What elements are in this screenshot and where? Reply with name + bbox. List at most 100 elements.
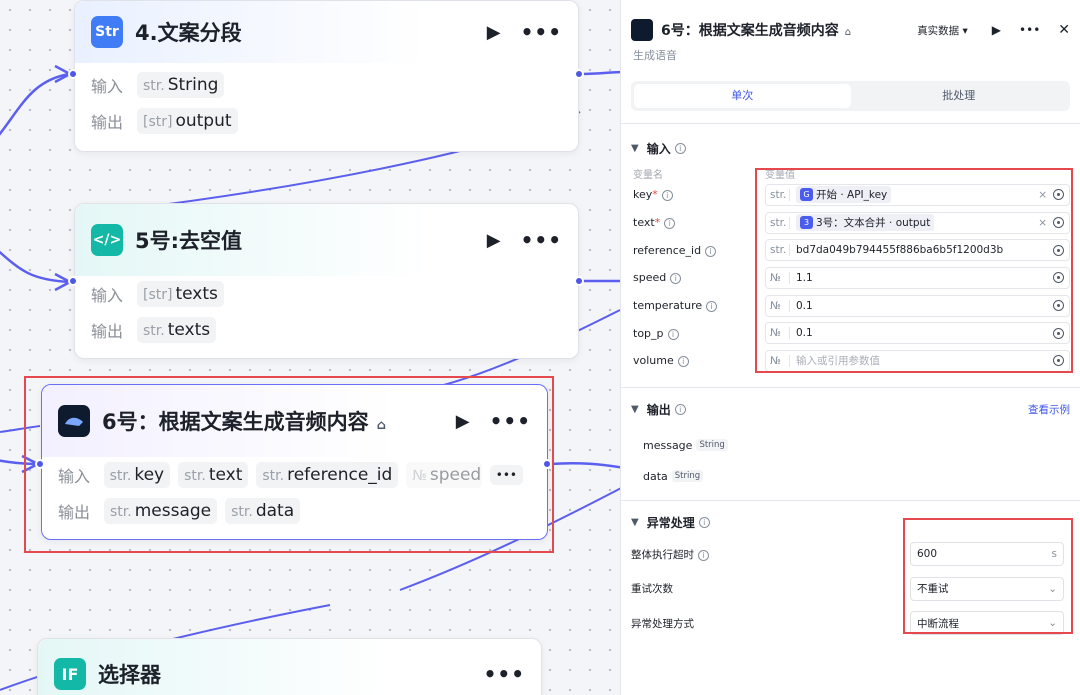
param-name: speed i: [633, 271, 765, 285]
info-icon: i: [667, 328, 679, 340]
param-name: text* i: [633, 216, 765, 230]
node-ref-icon: G: [800, 188, 813, 202]
node-ref-icon: 3: [800, 216, 813, 230]
tab-batch[interactable]: 批处理: [851, 84, 1068, 108]
output-section-header[interactable]: ▼ 输出 i 查看示例: [631, 400, 1070, 420]
info-icon: i: [661, 190, 673, 202]
run-icon[interactable]: ▶: [992, 23, 1001, 37]
reference-target-icon[interactable]: [1053, 300, 1064, 312]
node-selector[interactable]: IF 选择器 •••: [37, 638, 542, 695]
ref-chip: G 开始 · API_key: [796, 186, 892, 204]
param-name: temperature i: [633, 299, 765, 313]
data-mode-select[interactable]: 真实数据 ▾: [917, 23, 968, 38]
node4-out-port[interactable]: [574, 69, 584, 79]
input-var-tag: [str] texts: [137, 281, 224, 307]
error-section-header[interactable]: ▼ 异常处理 i: [631, 513, 1070, 533]
if-icon: IF: [54, 658, 86, 690]
panel-title: 6号：根据文案生成音频内容 ⌂: [661, 23, 852, 39]
node-config-panel: 6号：根据文案生成音频内容 ⌂ 真实数据 ▾ ▶ ••• ✕ 生成语音 单次 批处…: [620, 0, 1080, 695]
info-icon: i: [674, 404, 686, 416]
more-icon[interactable]: •••: [490, 409, 531, 433]
param-row-volume: volume i № 输入或引用参数值: [631, 347, 1070, 375]
node-generate-audio[interactable]: 6号：根据文案生成音频内容 ⌂ ▶ ••• 输入 str. key str. text…: [41, 384, 548, 540]
node4-in-port[interactable]: [68, 69, 78, 79]
input-var-tag: str. reference_id: [256, 462, 399, 488]
reference-target-icon[interactable]: [1053, 327, 1064, 339]
run-icon[interactable]: ▶: [456, 411, 470, 432]
output-item: message String: [631, 430, 1070, 461]
info-icon: i: [698, 517, 710, 529]
info-icon: i: [664, 218, 676, 230]
plugin-badge-icon: ⌂: [376, 418, 386, 433]
timeout-input[interactable]: 600 s: [910, 542, 1064, 567]
node5-in-port[interactable]: [68, 276, 78, 286]
string-icon: Str: [91, 16, 123, 48]
node6-in-port[interactable]: [35, 459, 45, 469]
param-value-input[interactable]: № 0.1: [765, 322, 1070, 345]
param-row-temperature: temperature i № 0.1: [631, 292, 1070, 320]
input-var-tag: str. key: [103, 462, 171, 488]
run-icon[interactable]: ▶: [487, 230, 501, 251]
input-var-tag: № speed: [406, 462, 482, 488]
run-mode-tabs: 单次 批处理: [631, 81, 1070, 111]
info-icon: i: [677, 356, 689, 368]
param-value-input[interactable]: № 输入或引用参数值: [765, 349, 1070, 372]
node6-out-port[interactable]: [542, 459, 552, 469]
input-var-tag: str. String: [137, 72, 225, 98]
reference-target-icon[interactable]: [1053, 189, 1064, 201]
reference-target-icon[interactable]: [1053, 217, 1064, 229]
more-icon[interactable]: •••: [1019, 23, 1040, 37]
output-var-tag: [str] output: [137, 108, 238, 134]
view-example-link[interactable]: 查看示例: [1028, 402, 1070, 417]
timeout-label: 整体执行超时 i: [631, 547, 910, 562]
param-name: key* i: [633, 188, 765, 202]
handling-select[interactable]: 中断流程 ⌄: [910, 611, 1064, 636]
clear-icon[interactable]: ×: [1038, 217, 1047, 229]
chevron-down-icon: ⌄: [1048, 617, 1057, 630]
plugin-logo-icon: [58, 405, 90, 437]
panel-subtitle: 生成语音: [633, 49, 677, 62]
chevron-down-icon: ▼: [631, 404, 639, 416]
reference-target-icon[interactable]: [1053, 272, 1064, 284]
param-value-input[interactable]: str. bd7da049b794455f886ba6b5f1200d3b: [765, 239, 1070, 262]
plugin-logo-icon: [631, 19, 653, 41]
param-row-key: key* i str. G 开始 · API_key ×: [631, 181, 1070, 209]
more-icon[interactable]: •••: [521, 228, 562, 252]
param-value-input[interactable]: str. 3 3号：文本合并 · output ×: [765, 211, 1070, 234]
param-value-input[interactable]: № 0.1: [765, 294, 1070, 317]
param-value-input[interactable]: № 1.1: [765, 266, 1070, 289]
close-icon[interactable]: ✕: [1058, 22, 1070, 38]
col-value-header: 变量值: [765, 170, 795, 181]
param-row-top_p: top_p i № 0.1: [631, 319, 1070, 347]
node-text-segment[interactable]: Str 4.文案分段 ▶ ••• 输入 str. String 输出 [str] o…: [74, 0, 579, 152]
plugin-badge-icon: ⌂: [844, 27, 852, 38]
run-icon[interactable]: ▶: [487, 22, 501, 43]
input-section-header[interactable]: ▼ 输入 i: [631, 138, 1070, 158]
tab-single[interactable]: 单次: [634, 84, 851, 108]
reference-target-icon[interactable]: [1053, 355, 1064, 367]
output-var-tag: str. message: [104, 498, 218, 524]
param-value-input[interactable]: str. G 开始 · API_key ×: [765, 183, 1070, 206]
handling-label: 异常处理方式: [631, 617, 694, 630]
retry-label: 重试次数: [631, 583, 673, 596]
node-remove-empty[interactable]: </> 5号:去空值 ▶ ••• 输入 [str] texts 输出 str. te…: [74, 203, 579, 359]
input-label: 输入: [58, 467, 91, 486]
reference-target-icon[interactable]: [1053, 244, 1064, 256]
chevron-down-icon: ▼: [631, 142, 639, 154]
retry-select[interactable]: 不重试 ⌄: [910, 576, 1064, 601]
more-inputs-button[interactable]: •••: [489, 465, 523, 485]
clear-icon[interactable]: ×: [1038, 189, 1047, 201]
info-icon: i: [705, 245, 717, 257]
param-row-reference_id: reference_id i str. bd7da049b794455f886ba6b…: [631, 236, 1070, 264]
chevron-down-icon: ▼: [631, 517, 639, 529]
param-name: top_p i: [633, 327, 765, 340]
more-icon[interactable]: •••: [484, 662, 525, 686]
output-label: 输出: [91, 322, 124, 341]
param-name: reference_id i: [633, 244, 765, 257]
node5-out-port[interactable]: [574, 276, 584, 286]
workflow-canvas[interactable]: Str 4.文案分段 ▶ ••• 输入 str. String 输出 [str] o…: [0, 0, 620, 695]
node-title: 选择器: [98, 663, 161, 687]
param-row-text: text* i str. 3 3号：文本合并 · output ×: [631, 209, 1070, 237]
info-icon: i: [670, 273, 682, 285]
more-icon[interactable]: •••: [521, 20, 562, 44]
